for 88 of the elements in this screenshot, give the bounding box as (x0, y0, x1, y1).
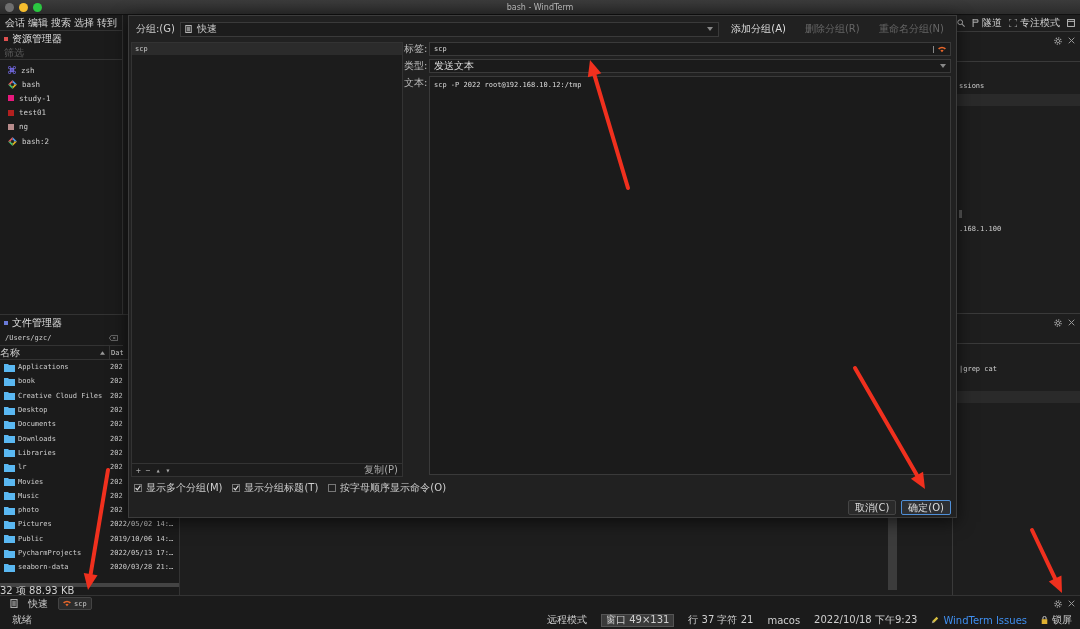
command-icon (8, 66, 16, 75)
status-text: 行 37 字符 21 (688, 613, 754, 627)
folder-icon (4, 548, 15, 558)
checkbox-label: 显示多个分组(M) (146, 481, 223, 495)
checkbox-label: 显示分组标题(T) (244, 481, 319, 495)
text-cursor (959, 210, 962, 218)
menu-item[interactable]: 编辑 (28, 15, 48, 30)
folder-icon (4, 505, 15, 515)
folder-icon (4, 462, 15, 472)
menu-item[interactable]: 转到 (97, 15, 117, 30)
field-label: 分组:(G) (136, 22, 175, 36)
group-dropdown[interactable]: 快速 (179, 21, 720, 37)
group-button[interactable]: 添加分组(A) (724, 22, 793, 36)
close-button[interactable] (5, 3, 14, 12)
folder-icon (4, 477, 15, 486)
backspace-icon[interactable] (109, 334, 118, 341)
folder-icon (4, 362, 15, 372)
caret-icon[interactable] (940, 64, 946, 68)
wifi-icon (938, 45, 946, 53)
window-title: bash - WindTerm (506, 3, 574, 12)
caret-icon[interactable] (707, 27, 714, 31)
type-dropdown[interactable]: 发送文本 (429, 59, 951, 73)
scrollbar[interactable] (888, 518, 897, 590)
close-icon[interactable] (1068, 600, 1075, 607)
menu-item[interactable]: 搜索 (51, 15, 71, 30)
column-header[interactable]: 名称 (0, 345, 20, 360)
toolbar-button[interactable]: 专注模式 (1020, 16, 1060, 30)
folder-icon (4, 448, 15, 458)
field-label: 标签: (404, 42, 429, 56)
checkbox[interactable] (232, 484, 241, 492)
list-tool-button[interactable]: ▾ (165, 465, 171, 475)
close-icon[interactable] (1068, 37, 1075, 44)
folder-icon (4, 434, 15, 444)
list-tool-button[interactable]: + (136, 465, 141, 475)
folder-icon (4, 391, 15, 401)
sort-icon (100, 350, 105, 355)
close-icon[interactable] (1068, 319, 1075, 326)
folder-icon (4, 534, 15, 544)
status-text: 32 项 88.93 KB (0, 586, 75, 596)
menu-item[interactable]: 选择 (74, 15, 94, 30)
folder-icon (4, 491, 15, 501)
checkbox[interactable] (328, 484, 337, 492)
status-text: 远程模式 (547, 613, 587, 627)
list-tool-button[interactable]: ▴ (155, 465, 161, 475)
issues-link[interactable]: WindTerm Issues (943, 614, 1027, 626)
minimize-button[interactable] (19, 3, 28, 12)
window-icon[interactable] (1067, 19, 1075, 27)
group-label[interactable]: 快速 (28, 596, 48, 611)
document-icon (184, 25, 192, 33)
checkbox-label: 按字母顺序显示命令(O) (340, 481, 447, 495)
lock-button[interactable]: 锁屏 (1052, 613, 1072, 627)
pencil-icon (931, 616, 940, 624)
field-label: 文本: (404, 76, 429, 90)
maximize-button[interactable] (33, 3, 42, 12)
folder-icon (4, 405, 15, 415)
focus-icon (1009, 19, 1017, 27)
window-size-button[interactable]: 窗口 49×131 (601, 613, 675, 627)
square-icon (8, 95, 14, 102)
panel-title: 文件管理器 (12, 315, 62, 330)
wifi-icon (63, 600, 71, 607)
list-tool-button[interactable]: − (145, 465, 151, 475)
folder-icon (4, 519, 15, 529)
check-icon (233, 485, 240, 491)
lock-icon (1041, 616, 1048, 624)
flag-icon (972, 19, 979, 27)
copy-button[interactable]: 复制(P) (364, 463, 398, 477)
folder-icon (4, 419, 15, 429)
checkbox[interactable] (134, 484, 142, 492)
menu-item[interactable]: 会话 (5, 15, 25, 30)
document-icon[interactable] (10, 599, 18, 608)
status-text: 就绪 (12, 613, 32, 627)
status-text: macos (767, 614, 801, 626)
settings-icon[interactable] (1054, 37, 1062, 45)
settings-icon[interactable] (1054, 319, 1062, 327)
ok-button[interactable]: 确定(O) (901, 500, 951, 515)
square-icon (8, 123, 14, 130)
settings-icon[interactable] (1054, 599, 1062, 608)
search-icon[interactable] (957, 19, 965, 27)
cancel-button[interactable]: 取消(C) (847, 500, 897, 515)
check-icon (135, 485, 141, 491)
annotation-arrow (1030, 528, 1062, 593)
panel-title: 资源管理器 (12, 31, 62, 46)
square-icon (8, 109, 14, 116)
toolbar-button[interactable]: 隧道 (982, 16, 1002, 30)
status-text: 2022/10/18 下午9:23 (814, 613, 918, 627)
folder-icon (4, 376, 15, 386)
field-label: 类型: (404, 59, 429, 73)
folder-icon (4, 562, 15, 572)
